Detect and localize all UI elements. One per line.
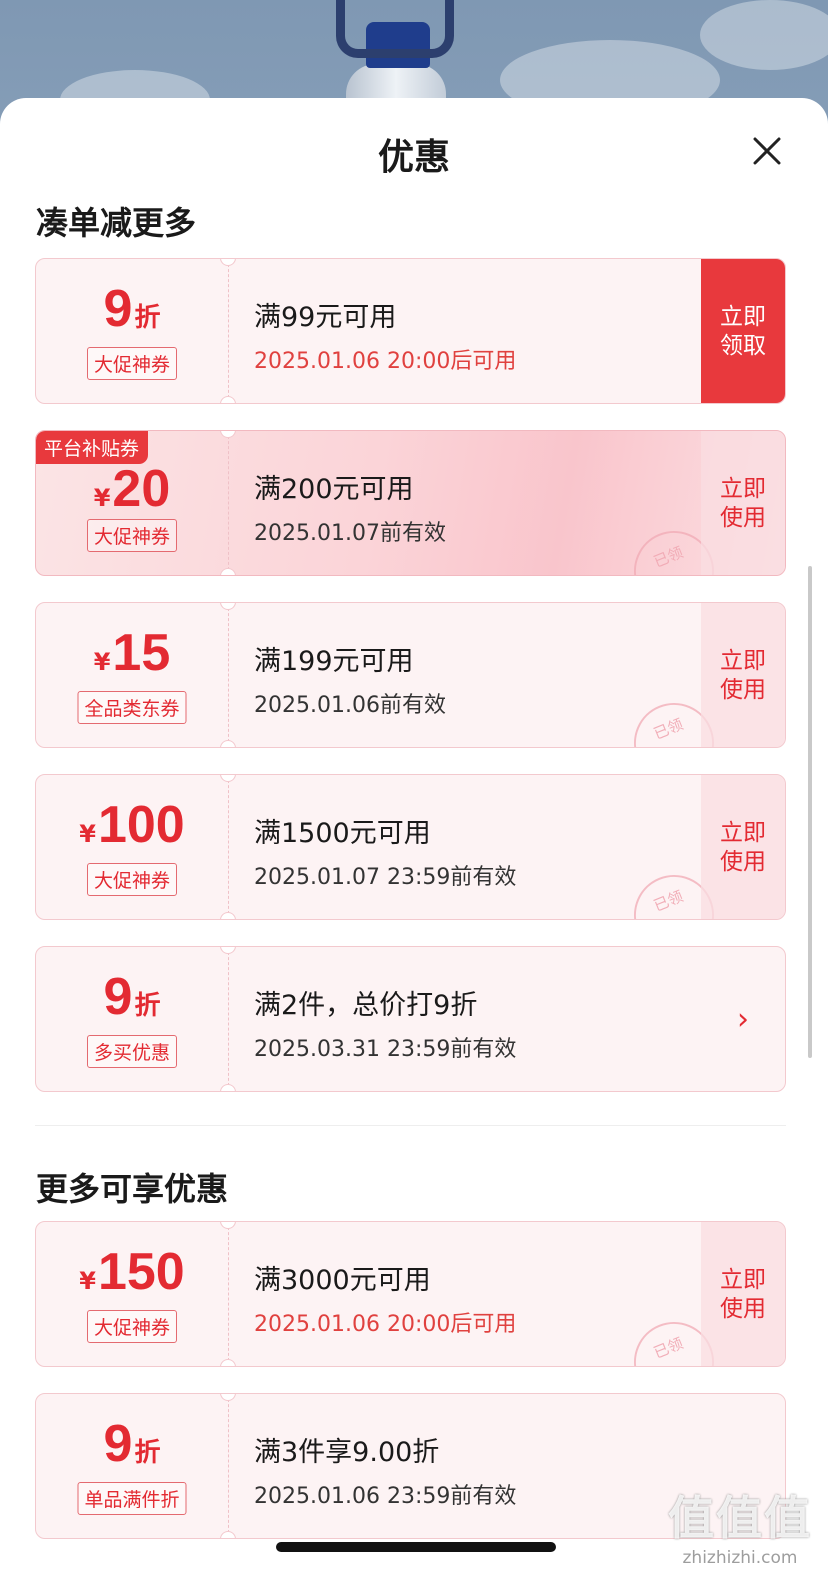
- coupon-condition: 满3000元可用: [254, 1265, 431, 1296]
- coupon-condition: 满99元可用: [254, 302, 397, 333]
- coupon-condition: 满200元可用: [254, 474, 414, 505]
- claim-now-button[interactable]: 立即领取: [701, 259, 785, 403]
- watermark-logo: 值值值: [668, 1491, 812, 1545]
- coupon-condition: 满3件享9.00折: [254, 1437, 440, 1468]
- coupon-tag: 大促神券: [86, 347, 178, 380]
- coupon-tag: 全品类东券: [77, 691, 187, 724]
- coupon-date: 2025.01.07前有效: [254, 521, 446, 546]
- coupon-card: 9折 大促神券 满99元可用 2025.01.06 20:00后可用 立即领取: [35, 258, 786, 404]
- coupon-amount: ¥15: [93, 624, 171, 682]
- coupon-date: 2025.03.31 23:59前有效: [254, 1037, 517, 1062]
- coupon-condition: 满2件，总价打9折: [254, 990, 478, 1021]
- coupon-card: ¥100 大促神券 满1500元可用 2025.01.07 23:59前有效 已…: [35, 774, 786, 920]
- coupon-condition: 满199元可用: [254, 646, 414, 677]
- use-now-button[interactable]: 立即使用: [701, 431, 785, 575]
- use-now-button[interactable]: 立即使用: [701, 775, 785, 919]
- coupon-tag: 大促神券: [86, 1310, 178, 1343]
- coupon-amount: ¥20: [93, 460, 171, 518]
- chevron-right-icon[interactable]: ›: [701, 947, 785, 1091]
- use-now-button[interactable]: 立即使用: [701, 603, 785, 747]
- coupon-amount: ¥150: [79, 1243, 185, 1301]
- coupon-tag: 多买优惠: [86, 1035, 178, 1068]
- coupon-amount: 9折: [103, 1415, 161, 1473]
- scrollbar[interactable]: [808, 566, 812, 1058]
- section-heading-combine: 凑单减更多: [36, 204, 197, 242]
- home-indicator[interactable]: [276, 1542, 556, 1552]
- section-heading-more: 更多可享优惠: [36, 1170, 229, 1208]
- section-divider: [35, 1125, 786, 1126]
- sheet-title: 优惠: [377, 137, 450, 178]
- watermark: 值值值 zhizhizhi.com: [668, 1482, 812, 1568]
- watermark-text: zhizhizhi.com: [682, 1548, 798, 1568]
- coupon-amount: ¥100: [79, 796, 185, 854]
- coupon-date: 2025.01.06 23:59前有效: [254, 1484, 517, 1509]
- coupon-sheet: 优惠 凑单减更多 9折 大促神券 满99元可用 2025.01.06 20:00…: [0, 98, 828, 1586]
- close-icon[interactable]: [752, 136, 782, 166]
- coupon-date: 2025.01.07 23:59前有效: [254, 865, 517, 890]
- coupon-card[interactable]: 9折 多买优惠 满2件，总价打9折 2025.03.31 23:59前有效 ›: [35, 946, 786, 1092]
- coupon-date: 2025.01.06前有效: [254, 693, 446, 718]
- coupon-card: ¥15 全品类东券 满199元可用 2025.01.06前有效 已领 立即使用: [35, 602, 786, 748]
- coupon-amount: 9折: [103, 280, 161, 338]
- coupon-date: 2025.01.06 20:00后可用: [254, 1312, 517, 1337]
- coupon-condition: 满1500元可用: [254, 818, 431, 849]
- coupon-tag: 大促神券: [86, 519, 178, 552]
- coupon-card: ¥150 大促神券 满3000元可用 2025.01.06 20:00后可用 已…: [35, 1221, 786, 1367]
- use-now-button[interactable]: 立即使用: [701, 1222, 785, 1366]
- coupon-amount: 9折: [103, 968, 161, 1026]
- coupon-card: 平台补贴券 ¥20 大促神券 满200元可用 2025.01.07前有效 已领 …: [35, 430, 786, 576]
- coupon-tag: 大促神券: [86, 863, 178, 896]
- coupon-tag: 单品满件折: [77, 1482, 187, 1515]
- coupon-date: 2025.01.06 20:00后可用: [254, 349, 517, 374]
